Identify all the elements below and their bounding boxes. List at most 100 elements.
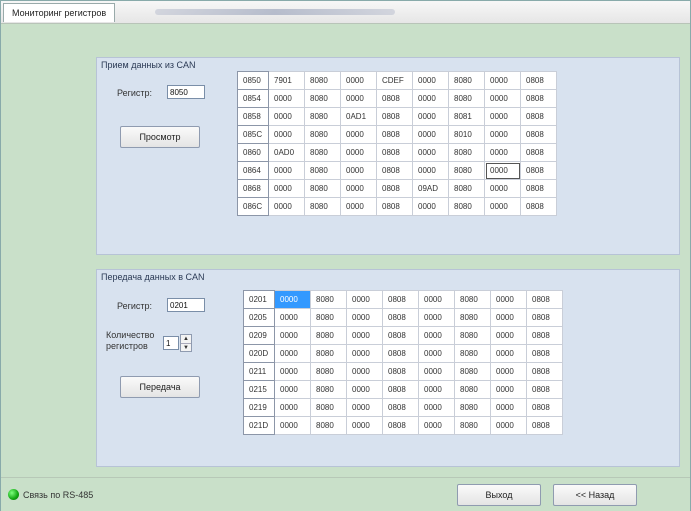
register-value-cell[interactable]: 8080 [448, 71, 485, 90]
register-value-cell[interactable]: 8080 [448, 179, 485, 198]
register-value-cell[interactable]: 8080 [454, 380, 491, 399]
register-value-cell[interactable]: 0000 [490, 344, 527, 363]
register-value-cell[interactable]: 8010 [448, 125, 485, 144]
view-button[interactable]: Просмотр [120, 126, 200, 148]
register-value-cell[interactable]: 8080 [448, 143, 485, 162]
register-value-cell[interactable]: 0000 [340, 89, 377, 108]
register-value-cell[interactable]: 0000 [274, 380, 311, 399]
register-value-cell[interactable]: 0808 [526, 344, 563, 363]
register-value-cell[interactable]: 0000 [412, 107, 449, 126]
register-value-cell[interactable]: 0000 [346, 416, 383, 435]
register-value-cell[interactable]: 0000 [418, 308, 455, 327]
register-value-cell[interactable]: 8080 [304, 179, 341, 198]
register-value-cell[interactable]: 0000 [274, 308, 311, 327]
register-value-cell[interactable]: 0808 [520, 71, 557, 90]
register-value-cell[interactable]: 0808 [382, 308, 419, 327]
register-value-cell[interactable]: 0000 [418, 326, 455, 345]
register-value-cell[interactable]: 8080 [304, 107, 341, 126]
register-value-cell[interactable]: 0000 [484, 197, 521, 216]
register-value-cell[interactable]: 0000 [412, 161, 449, 180]
register-value-cell[interactable]: 0000 [346, 290, 383, 309]
register-value-cell[interactable]: 0000 [346, 326, 383, 345]
register-value-cell[interactable]: 0000 [418, 398, 455, 417]
register-value-cell[interactable]: 0808 [382, 326, 419, 345]
register-value-cell[interactable]: 0808 [526, 380, 563, 399]
register-value-cell[interactable]: 0000 [340, 143, 377, 162]
register-value-cell[interactable]: 8080 [310, 416, 347, 435]
register-value-cell[interactable]: 0000 [484, 125, 521, 144]
register-value-cell[interactable]: 8080 [448, 161, 485, 180]
register-value-cell[interactable]: 0000 [412, 71, 449, 90]
register-value-cell[interactable]: 0000 [346, 380, 383, 399]
register-value-cell[interactable]: 0AD0 [268, 143, 305, 162]
register-value-cell[interactable]: 8080 [454, 326, 491, 345]
spinner-up-icon[interactable]: ▲ [181, 335, 191, 343]
register-value-cell[interactable]: 8080 [304, 161, 341, 180]
register-value-cell[interactable]: 0000 [490, 398, 527, 417]
register-value-cell[interactable]: 0808 [376, 179, 413, 198]
register-value-cell[interactable]: 8080 [448, 89, 485, 108]
register-value-cell[interactable]: 0000 [346, 344, 383, 363]
register-value-cell[interactable]: 0000 [274, 398, 311, 417]
register-value-cell[interactable]: 0000 [268, 179, 305, 198]
register-value-cell[interactable]: 0808 [382, 344, 419, 363]
register-value-cell[interactable]: 0808 [526, 398, 563, 417]
register-value-cell[interactable]: 0000 [490, 380, 527, 399]
register-value-cell[interactable]: 0808 [382, 416, 419, 435]
register-value-cell[interactable]: 0000 [412, 125, 449, 144]
register-value-cell[interactable]: 0000 [484, 71, 521, 90]
register-value-cell[interactable]: 0000 [418, 362, 455, 381]
register-count-input[interactable]: 1 [163, 336, 179, 350]
register-value-cell[interactable]: 0808 [382, 290, 419, 309]
register-value-cell[interactable]: 0808 [376, 143, 413, 162]
register-value-cell[interactable]: 0808 [520, 89, 557, 108]
register-value-cell[interactable]: 0000 [268, 161, 305, 180]
register-value-cell[interactable]: 0000 [274, 416, 311, 435]
register-value-cell[interactable]: 8080 [454, 290, 491, 309]
register-value-cell[interactable]: 8080 [310, 290, 347, 309]
register-value-cell[interactable]: 0000 [490, 290, 527, 309]
register-value-cell[interactable]: 8080 [310, 380, 347, 399]
register-value-cell[interactable]: 0808 [520, 197, 557, 216]
register-value-cell[interactable]: 7901 [268, 71, 305, 90]
register-value-cell[interactable]: 8080 [304, 89, 341, 108]
register-value-cell[interactable]: 0000 [274, 290, 311, 309]
register-value-cell[interactable]: 0000 [268, 107, 305, 126]
register-value-cell[interactable]: 0000 [274, 362, 311, 381]
register-value-cell[interactable]: 8080 [304, 71, 341, 90]
exit-button[interactable]: Выход [457, 484, 541, 506]
register-value-cell[interactable]: 0808 [526, 326, 563, 345]
register-value-cell[interactable]: 8080 [310, 326, 347, 345]
register-value-cell[interactable]: 0808 [520, 143, 557, 162]
register-value-cell[interactable]: 0AD1 [340, 107, 377, 126]
register-value-cell[interactable]: CDEF [376, 71, 413, 90]
register-value-cell[interactable]: 0808 [520, 179, 557, 198]
register-value-cell[interactable]: 8080 [454, 416, 491, 435]
register-value-cell[interactable]: 8080 [310, 344, 347, 363]
register-value-cell[interactable]: 0808 [526, 362, 563, 381]
register-value-cell[interactable]: 0000 [412, 143, 449, 162]
register-value-cell[interactable]: 0000 [484, 161, 521, 180]
register-value-cell[interactable]: 0808 [520, 161, 557, 180]
register-value-cell[interactable]: 0000 [268, 89, 305, 108]
register-value-cell[interactable]: 0000 [340, 125, 377, 144]
register-value-cell[interactable]: 0000 [346, 362, 383, 381]
register-value-cell[interactable]: 0808 [376, 197, 413, 216]
register-value-cell[interactable]: 0000 [340, 161, 377, 180]
register-value-cell[interactable]: 0000 [418, 344, 455, 363]
register-value-cell[interactable]: 09AD [412, 179, 449, 198]
register-value-cell[interactable]: 0808 [526, 290, 563, 309]
register-value-cell[interactable]: 0000 [346, 308, 383, 327]
register-value-cell[interactable]: 0808 [376, 161, 413, 180]
register-value-cell[interactable]: 0000 [484, 89, 521, 108]
register-value-cell[interactable]: 8080 [310, 398, 347, 417]
register-value-cell[interactable]: 0808 [520, 107, 557, 126]
register-value-cell[interactable]: 0000 [418, 290, 455, 309]
register-value-cell[interactable]: 0000 [490, 326, 527, 345]
register-value-cell[interactable]: 8080 [304, 125, 341, 144]
register-value-cell[interactable]: 0000 [268, 125, 305, 144]
register-value-cell[interactable]: 0808 [376, 89, 413, 108]
register-value-cell[interactable]: 0808 [526, 308, 563, 327]
register-value-cell[interactable]: 8080 [454, 308, 491, 327]
register-value-cell[interactable]: 0808 [376, 107, 413, 126]
